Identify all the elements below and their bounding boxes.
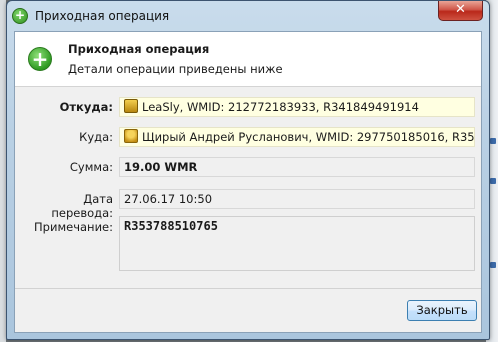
note-label: Примечание: bbox=[34, 220, 113, 234]
from-value: LeaSly, WMID: 212772183933, R34184949191… bbox=[142, 100, 419, 114]
operation-dialog: + Приходная операция ✕ + Приходная опера… bbox=[6, 0, 490, 340]
from-label: Откуда: bbox=[59, 100, 113, 114]
date-value: 27.06.17 10:50 bbox=[124, 192, 213, 206]
to-value: Щирый Андрей Русланович, WMID: 297750185… bbox=[142, 130, 475, 144]
note-value: R353788510765 bbox=[124, 219, 218, 233]
window-close-button[interactable]: ✕ bbox=[438, 1, 483, 21]
amount-label: Сумма: bbox=[69, 160, 113, 174]
to-label: Куда: bbox=[79, 130, 113, 144]
footer-divider bbox=[15, 288, 481, 289]
background-marker bbox=[490, 178, 496, 184]
date-label: Дата перевода: bbox=[51, 192, 113, 220]
close-button[interactable]: Закрыть bbox=[407, 300, 477, 321]
header-title: Приходная операция bbox=[68, 42, 210, 56]
amount-value: 19.00 WMR bbox=[124, 160, 198, 174]
header-subtitle: Детали операции приведены ниже bbox=[68, 62, 283, 76]
background-marker bbox=[490, 138, 496, 144]
add-plus-icon: + bbox=[12, 8, 28, 24]
add-plus-icon: + bbox=[28, 47, 52, 71]
from-field[interactable]: LeaSly, WMID: 212772183933, R34184949191… bbox=[119, 97, 475, 117]
dialog-body: + Приходная операция Детали операции при… bbox=[14, 31, 482, 333]
window-title: Приходная операция bbox=[35, 9, 170, 23]
date-field[interactable]: 27.06.17 10:50 bbox=[119, 189, 475, 209]
dialog-header: + Приходная операция Детали операции при… bbox=[15, 32, 481, 87]
wallet-lock-icon bbox=[124, 99, 138, 113]
note-field[interactable]: R353788510765 bbox=[119, 216, 475, 271]
person-icon bbox=[124, 129, 138, 143]
amount-field[interactable]: 19.00 WMR bbox=[119, 157, 475, 177]
title-bar[interactable]: + Приходная операция ✕ bbox=[7, 1, 489, 31]
background-marker bbox=[490, 262, 496, 268]
to-field[interactable]: Щирый Андрей Русланович, WMID: 297750185… bbox=[119, 127, 475, 147]
